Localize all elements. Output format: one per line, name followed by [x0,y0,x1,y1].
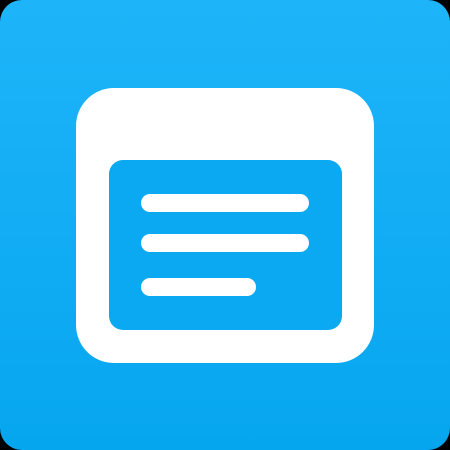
document-line-3 [141,278,256,296]
document-with-lines-icon [76,88,374,363]
document-line-2 [141,234,309,252]
document-line-1 [141,194,309,212]
app-icon[interactable] [0,0,450,450]
